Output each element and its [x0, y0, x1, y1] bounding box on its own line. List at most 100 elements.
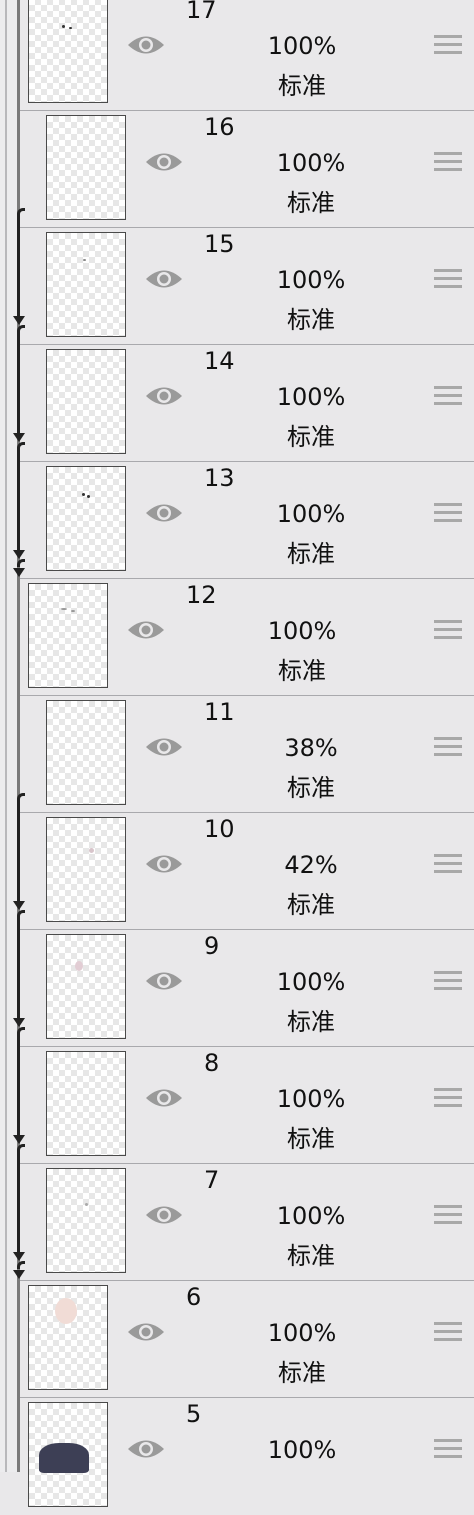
eye-icon[interactable]: [144, 500, 184, 526]
layer-thumbnail[interactable]: [28, 583, 108, 688]
thumbnail-content: [69, 27, 72, 29]
drag-handle-icon[interactable]: [434, 737, 462, 759]
drag-handle-icon[interactable]: [434, 1205, 462, 1227]
thumbnail-content: [83, 259, 86, 261]
layer-opacity: 100%: [276, 500, 346, 528]
layer-row-15[interactable]: 15 100% 标准: [20, 228, 474, 345]
eye-icon[interactable]: [144, 851, 184, 877]
eye-icon[interactable]: [144, 734, 184, 760]
thumbnail-content: [55, 1298, 77, 1324]
layer-thumbnail[interactable]: [46, 934, 126, 1039]
layer-opacity: 100%: [276, 1085, 346, 1113]
layer-thumbnail[interactable]: [46, 349, 126, 454]
eye-icon[interactable]: [144, 1202, 184, 1228]
layer-name: 9: [204, 932, 220, 960]
layer-row-8[interactable]: 8 100% 标准: [20, 1047, 474, 1164]
layer-thumbnail[interactable]: [46, 817, 126, 922]
layer-row-12[interactable]: 12 100% 标准: [20, 579, 474, 696]
layer-opacity: 100%: [267, 1436, 337, 1464]
thumbnail-content: [85, 1203, 88, 1206]
layer-blend-mode: 标准: [287, 189, 335, 217]
eye-icon[interactable]: [126, 1436, 166, 1462]
layer-name: 7: [204, 1166, 220, 1194]
layer-thumbnail[interactable]: [46, 115, 126, 220]
layer-thumbnail[interactable]: [46, 1168, 126, 1273]
drag-handle-icon[interactable]: [434, 1322, 462, 1344]
layer-name: 15: [204, 230, 235, 258]
drag-handle-icon[interactable]: [434, 152, 462, 174]
layer-opacity: 100%: [267, 32, 337, 60]
layer-blend-mode: 标准: [287, 423, 335, 451]
layer-panel: 17 100% 标准 16 100% 标准 15 100% 标准 14 100%…: [0, 0, 474, 1507]
clipping-arrow-icon: [13, 793, 25, 1283]
layer-thumbnail[interactable]: [28, 1285, 108, 1390]
layer-thumbnail[interactable]: [28, 0, 108, 103]
layer-thumbnail[interactable]: [46, 1051, 126, 1156]
layer-blend-mode: 标准: [287, 306, 335, 334]
layer-thumbnail[interactable]: [46, 232, 126, 337]
layer-thumbnail[interactable]: [46, 466, 126, 571]
drag-handle-icon[interactable]: [434, 854, 462, 876]
eye-icon[interactable]: [144, 266, 184, 292]
layer-name: 11: [204, 698, 235, 726]
layer-blend-mode: 标准: [278, 1359, 326, 1387]
drag-handle-icon[interactable]: [434, 1439, 462, 1461]
layer-blend-mode: 标准: [287, 891, 335, 919]
layer-row-11[interactable]: 11 38% 标准: [20, 696, 474, 813]
layer-opacity: 38%: [284, 734, 338, 762]
layer-name: 6: [186, 1283, 202, 1311]
layer-row-16[interactable]: 16 100% 标准: [20, 111, 474, 228]
layer-row-10[interactable]: 10 42% 标准: [20, 813, 474, 930]
thumbnail-content: [62, 25, 65, 28]
thumbnail-content: [82, 493, 85, 496]
drag-handle-icon[interactable]: [434, 503, 462, 525]
layer-opacity: 100%: [276, 383, 346, 411]
layer-name: 14: [204, 347, 235, 375]
eye-icon[interactable]: [126, 617, 166, 643]
drag-handle-icon[interactable]: [434, 386, 462, 408]
layer-row-17[interactable]: 17 100% 标准: [20, 0, 474, 111]
layer-name: 10: [204, 815, 235, 843]
eye-icon[interactable]: [144, 1085, 184, 1111]
layer-row-6[interactable]: 6 100% 标准: [20, 1281, 474, 1398]
eye-icon[interactable]: [144, 968, 184, 994]
thumbnail-content: [61, 608, 67, 610]
layer-thumbnail[interactable]: [46, 700, 126, 805]
layer-opacity: 100%: [267, 617, 337, 645]
layer-blend-mode: 标准: [287, 774, 335, 802]
drag-handle-icon[interactable]: [434, 269, 462, 291]
eye-icon[interactable]: [126, 32, 166, 58]
layer-blend-mode: 标准: [287, 1242, 335, 1270]
layer-blend-mode: 标准: [287, 1125, 335, 1153]
layer-name: 12: [186, 581, 217, 609]
drag-handle-icon[interactable]: [434, 971, 462, 993]
layer-thumbnail[interactable]: [28, 1402, 108, 1507]
layer-row-13[interactable]: 13 100% 标准: [20, 462, 474, 579]
layer-row-9[interactable]: 9 100% 标准: [20, 930, 474, 1047]
thumbnail-content: [87, 495, 90, 498]
layer-row-5[interactable]: 5 100%: [20, 1398, 474, 1515]
layer-name: 5: [186, 1400, 202, 1428]
layer-row-14[interactable]: 14 100% 标准: [20, 345, 474, 462]
layer-name: 8: [204, 1049, 220, 1077]
layer-opacity: 100%: [276, 266, 346, 294]
eye-icon[interactable]: [126, 1319, 166, 1345]
drag-handle-icon[interactable]: [434, 35, 462, 57]
thumbnail-content: [71, 610, 75, 612]
eye-icon[interactable]: [144, 149, 184, 175]
layer-blend-mode: 标准: [278, 72, 326, 100]
layer-opacity: 100%: [276, 1202, 346, 1230]
layer-blend-mode: 标准: [287, 1008, 335, 1036]
layer-blend-mode: 标准: [287, 540, 335, 568]
layer-opacity: 100%: [276, 149, 346, 177]
drag-handle-icon[interactable]: [434, 620, 462, 642]
layer-opacity: 100%: [267, 1319, 337, 1347]
layer-row-7[interactable]: 7 100% 标准: [20, 1164, 474, 1281]
thumbnail-content: [39, 1443, 89, 1473]
layer-opacity: 42%: [284, 851, 338, 879]
eye-icon[interactable]: [144, 383, 184, 409]
thumbnail-content: [89, 848, 94, 853]
layer-blend-mode: 标准: [278, 657, 326, 685]
drag-handle-icon[interactable]: [434, 1088, 462, 1110]
thumbnail-content: [75, 961, 83, 971]
